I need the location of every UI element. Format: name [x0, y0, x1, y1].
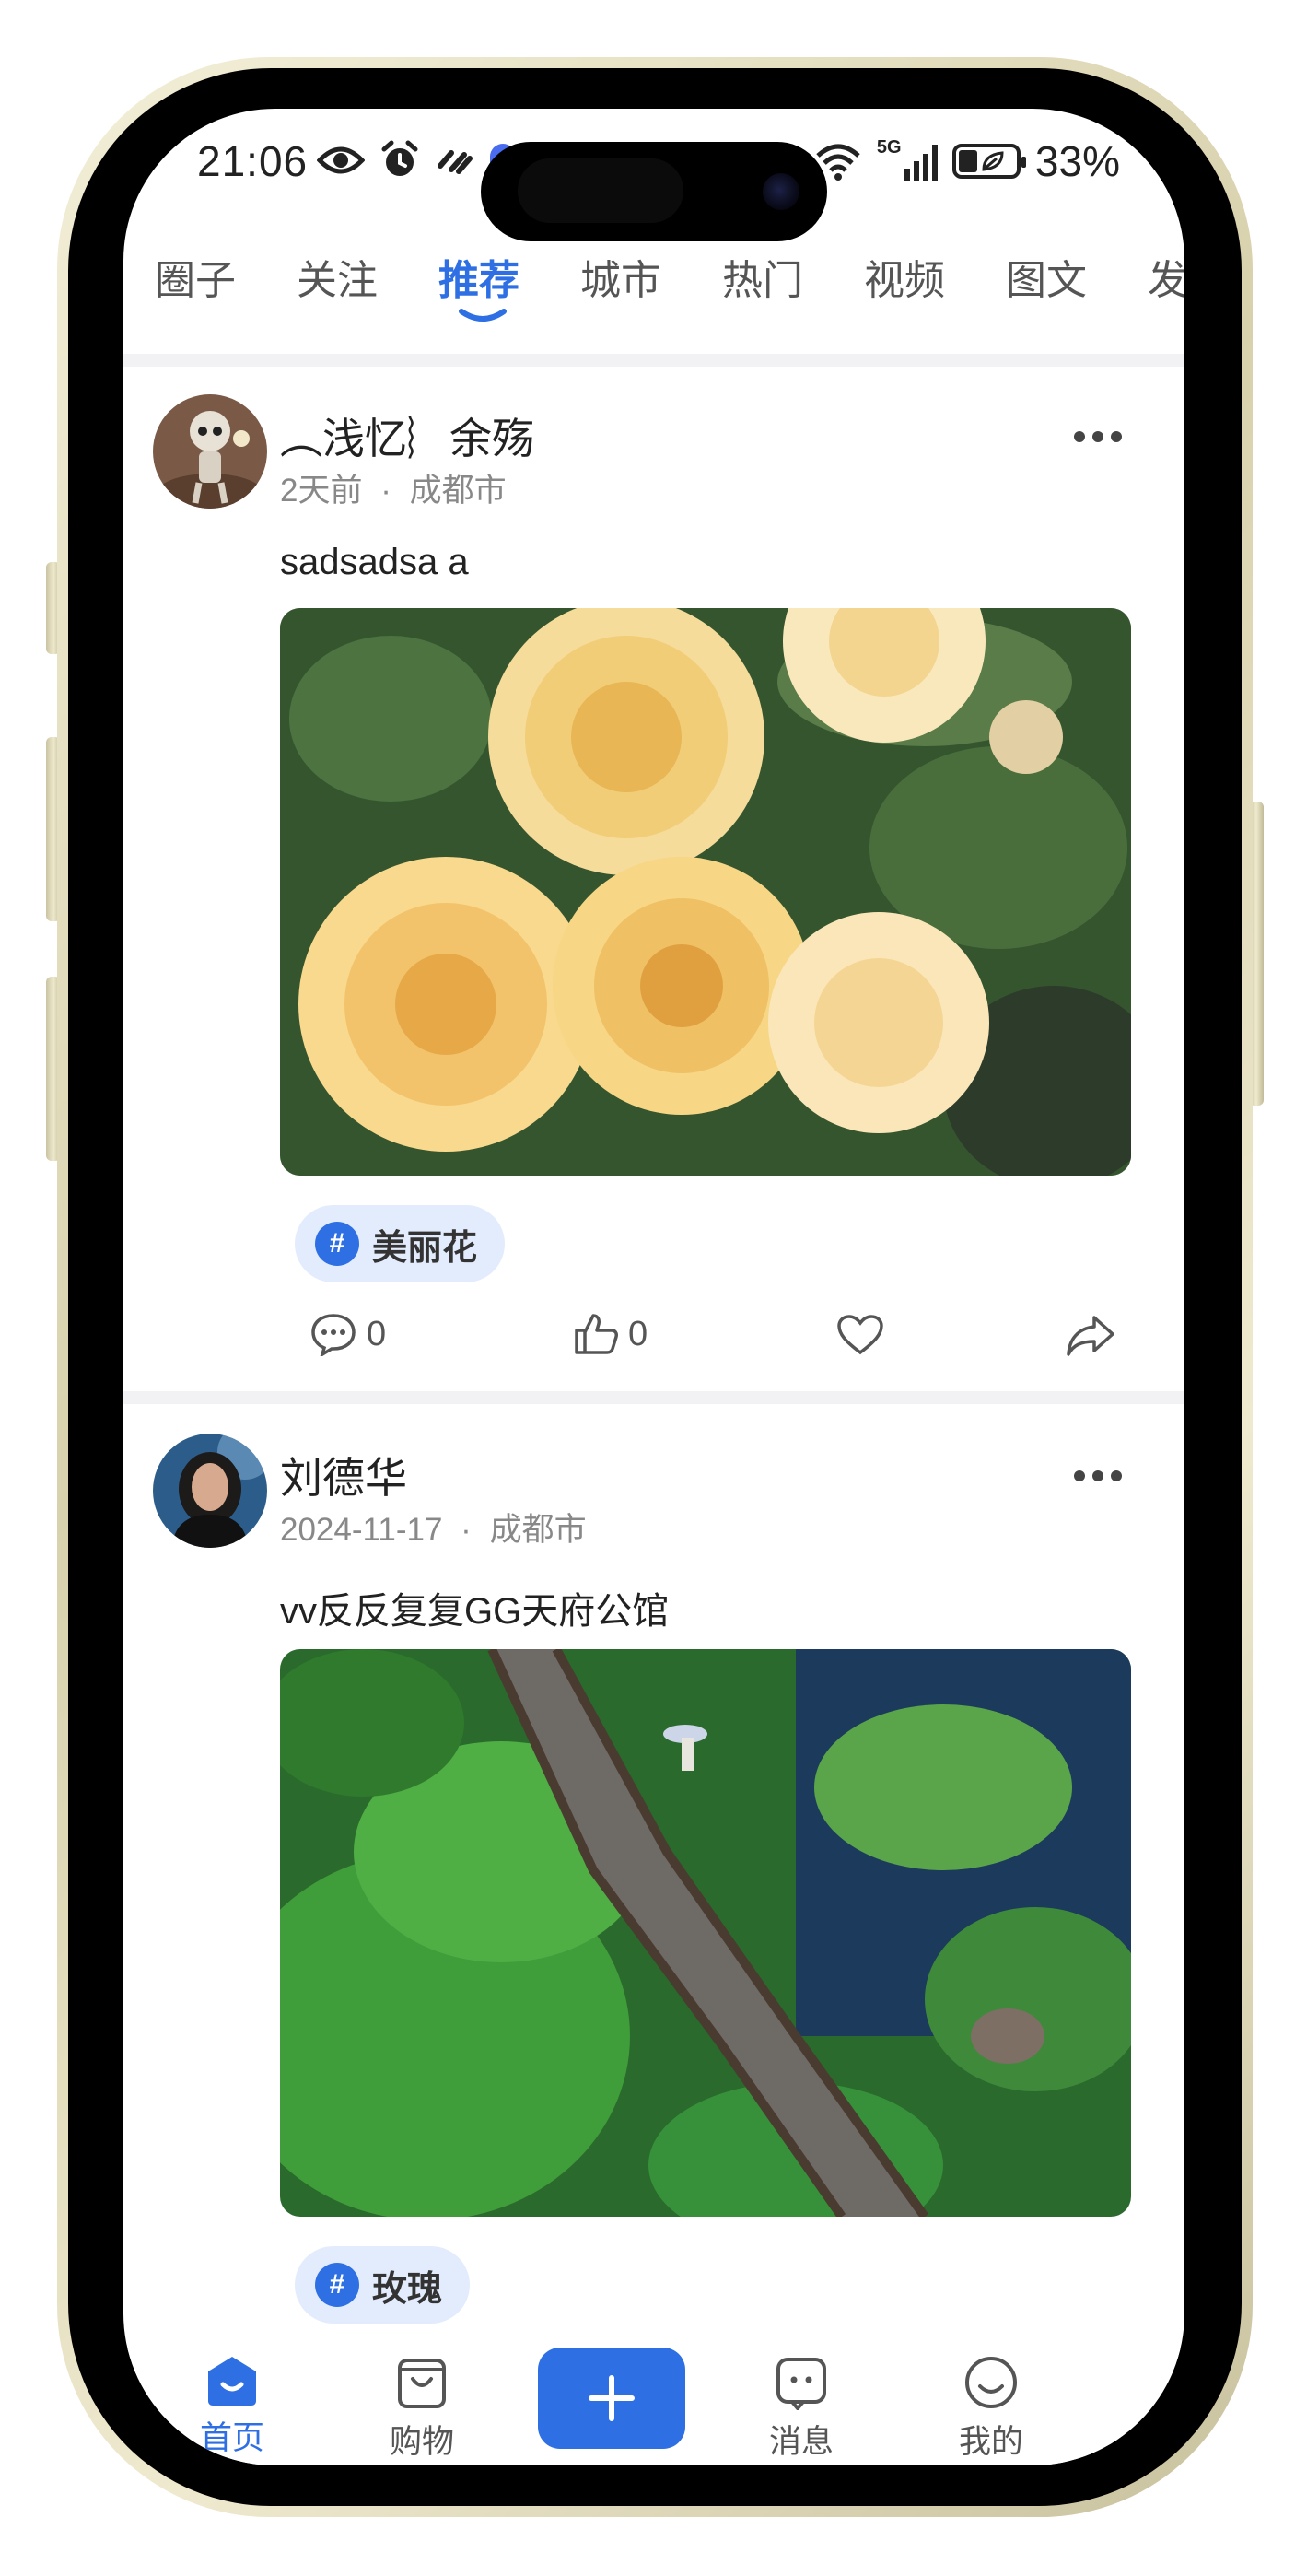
- status-time: 21:06: [197, 137, 309, 185]
- post-divider: [123, 1391, 1184, 1404]
- home-icon: [208, 2357, 256, 2406]
- tab-label: 推荐: [438, 258, 519, 303]
- network-type: 5G: [876, 137, 902, 158]
- post-meta: 2天前 · 成都市: [280, 464, 507, 511]
- post-username[interactable]: ︵浅忆︴余殇: [280, 405, 534, 466]
- message-icon: [776, 2358, 826, 2410]
- tab-follow[interactable]: 关注: [297, 247, 438, 306]
- nav-label: 首页: [199, 2420, 264, 2456]
- nav-messages[interactable]: 消息: [746, 2355, 857, 2463]
- post-text: sadsadsa a: [280, 542, 469, 582]
- wifi-icon: [816, 144, 860, 181]
- topic-tag[interactable]: # 玫瑰: [295, 2246, 471, 2324]
- battery-percentage: 33%: [1034, 137, 1120, 185]
- nav-label: 消息: [768, 2424, 834, 2460]
- tab-label: 发: [1148, 258, 1184, 303]
- link-icon: [438, 150, 473, 174]
- tab-label: 圈子: [155, 258, 236, 303]
- more-dots-icon: [1074, 431, 1122, 442]
- topic-tag-label: 美丽花: [372, 1228, 478, 1268]
- bottom-navigation: 首页 购物 消息 我的: [123, 2348, 1184, 2465]
- thumbs-up-icon: [575, 1314, 618, 1354]
- tab-label: 图文: [1006, 258, 1087, 303]
- front-camera-icon: [763, 173, 799, 210]
- signal-icon: 5G: [877, 137, 938, 181]
- comment-icon: [311, 1314, 356, 1356]
- nav-profile[interactable]: 我的: [936, 2355, 1046, 2463]
- top-tab-bar: 圈子 关注 推荐 城市 热门 视频 图文 发: [155, 247, 1184, 322]
- post-text: vv反反复复GG天府公馆: [280, 1591, 670, 1632]
- active-tab-indicator: [459, 309, 507, 322]
- share-icon: [1067, 1316, 1114, 1356]
- tab-circle[interactable]: 圈子: [155, 247, 297, 306]
- meta-separator: ·: [461, 1512, 472, 1548]
- more-options-button[interactable]: [1072, 429, 1124, 449]
- dynamic-island: [481, 142, 827, 241]
- tab-image-text[interactable]: 图文: [1006, 247, 1148, 306]
- nav-label: 购物: [389, 2424, 454, 2460]
- heart-icon: [837, 1315, 883, 1355]
- topic-tag-label: 玫瑰: [372, 2269, 443, 2309]
- tab-label: 视频: [864, 258, 945, 303]
- plus-icon: [589, 2375, 635, 2421]
- section-divider: [123, 354, 1184, 367]
- create-post-button[interactable]: [538, 2348, 685, 2449]
- post-meta: 2024-11-17 · 成都市: [280, 1504, 587, 1551]
- nav-shopping[interactable]: 购物: [367, 2355, 477, 2463]
- battery-icon: [951, 144, 1026, 179]
- smiley-icon: [965, 2357, 1017, 2408]
- post-time: 2024-11-17: [280, 1512, 443, 1548]
- post-image[interactable]: [280, 608, 1131, 1176]
- more-options-button[interactable]: [1072, 1469, 1124, 1488]
- tab-recommend[interactable]: 推荐: [438, 247, 580, 322]
- meta-separator: ·: [380, 473, 391, 509]
- more-dots-icon: [1074, 1470, 1122, 1481]
- favorite-button[interactable]: [836, 1314, 884, 1356]
- comment-button[interactable]: 0: [309, 1312, 386, 1356]
- avatar[interactable]: [153, 394, 267, 509]
- eye-icon: [317, 146, 365, 174]
- nav-home[interactable]: 首页: [177, 2355, 287, 2459]
- nav-label: 我的: [958, 2424, 1023, 2460]
- hashtag-icon: #: [315, 1222, 359, 1266]
- alarm-icon: [381, 140, 418, 176]
- tab-label: 城市: [580, 258, 661, 303]
- status-right-icons: 5G 33%: [814, 136, 1120, 186]
- post-time: 2天前: [280, 473, 363, 509]
- post-image[interactable]: [280, 1649, 1131, 2217]
- like-button[interactable]: 0: [573, 1312, 648, 1356]
- topic-tag[interactable]: # 美丽花: [295, 1205, 506, 1282]
- tab-more[interactable]: 发: [1148, 247, 1184, 306]
- shopping-bag-icon: [398, 2359, 446, 2408]
- tab-city[interactable]: 城市: [580, 247, 722, 306]
- like-count: 0: [628, 1314, 648, 1353]
- post-username[interactable]: 刘德华: [280, 1445, 407, 1505]
- share-button[interactable]: [1065, 1314, 1116, 1356]
- tab-video[interactable]: 视频: [864, 247, 1006, 306]
- post-location: 成都市: [409, 473, 507, 509]
- post-location: 成都市: [489, 1512, 587, 1548]
- comment-count: 0: [367, 1314, 387, 1353]
- avatar[interactable]: [153, 1434, 267, 1548]
- phone-screen: 21:06 5G 33% 圈子 关注 推荐 城市 热门 视频 图文 发 ︵浅忆︴…: [123, 109, 1184, 2465]
- tab-label: 关注: [297, 258, 378, 303]
- hashtag-icon: #: [315, 2263, 359, 2307]
- tab-label: 热门: [722, 258, 803, 303]
- tab-hot[interactable]: 热门: [722, 247, 864, 306]
